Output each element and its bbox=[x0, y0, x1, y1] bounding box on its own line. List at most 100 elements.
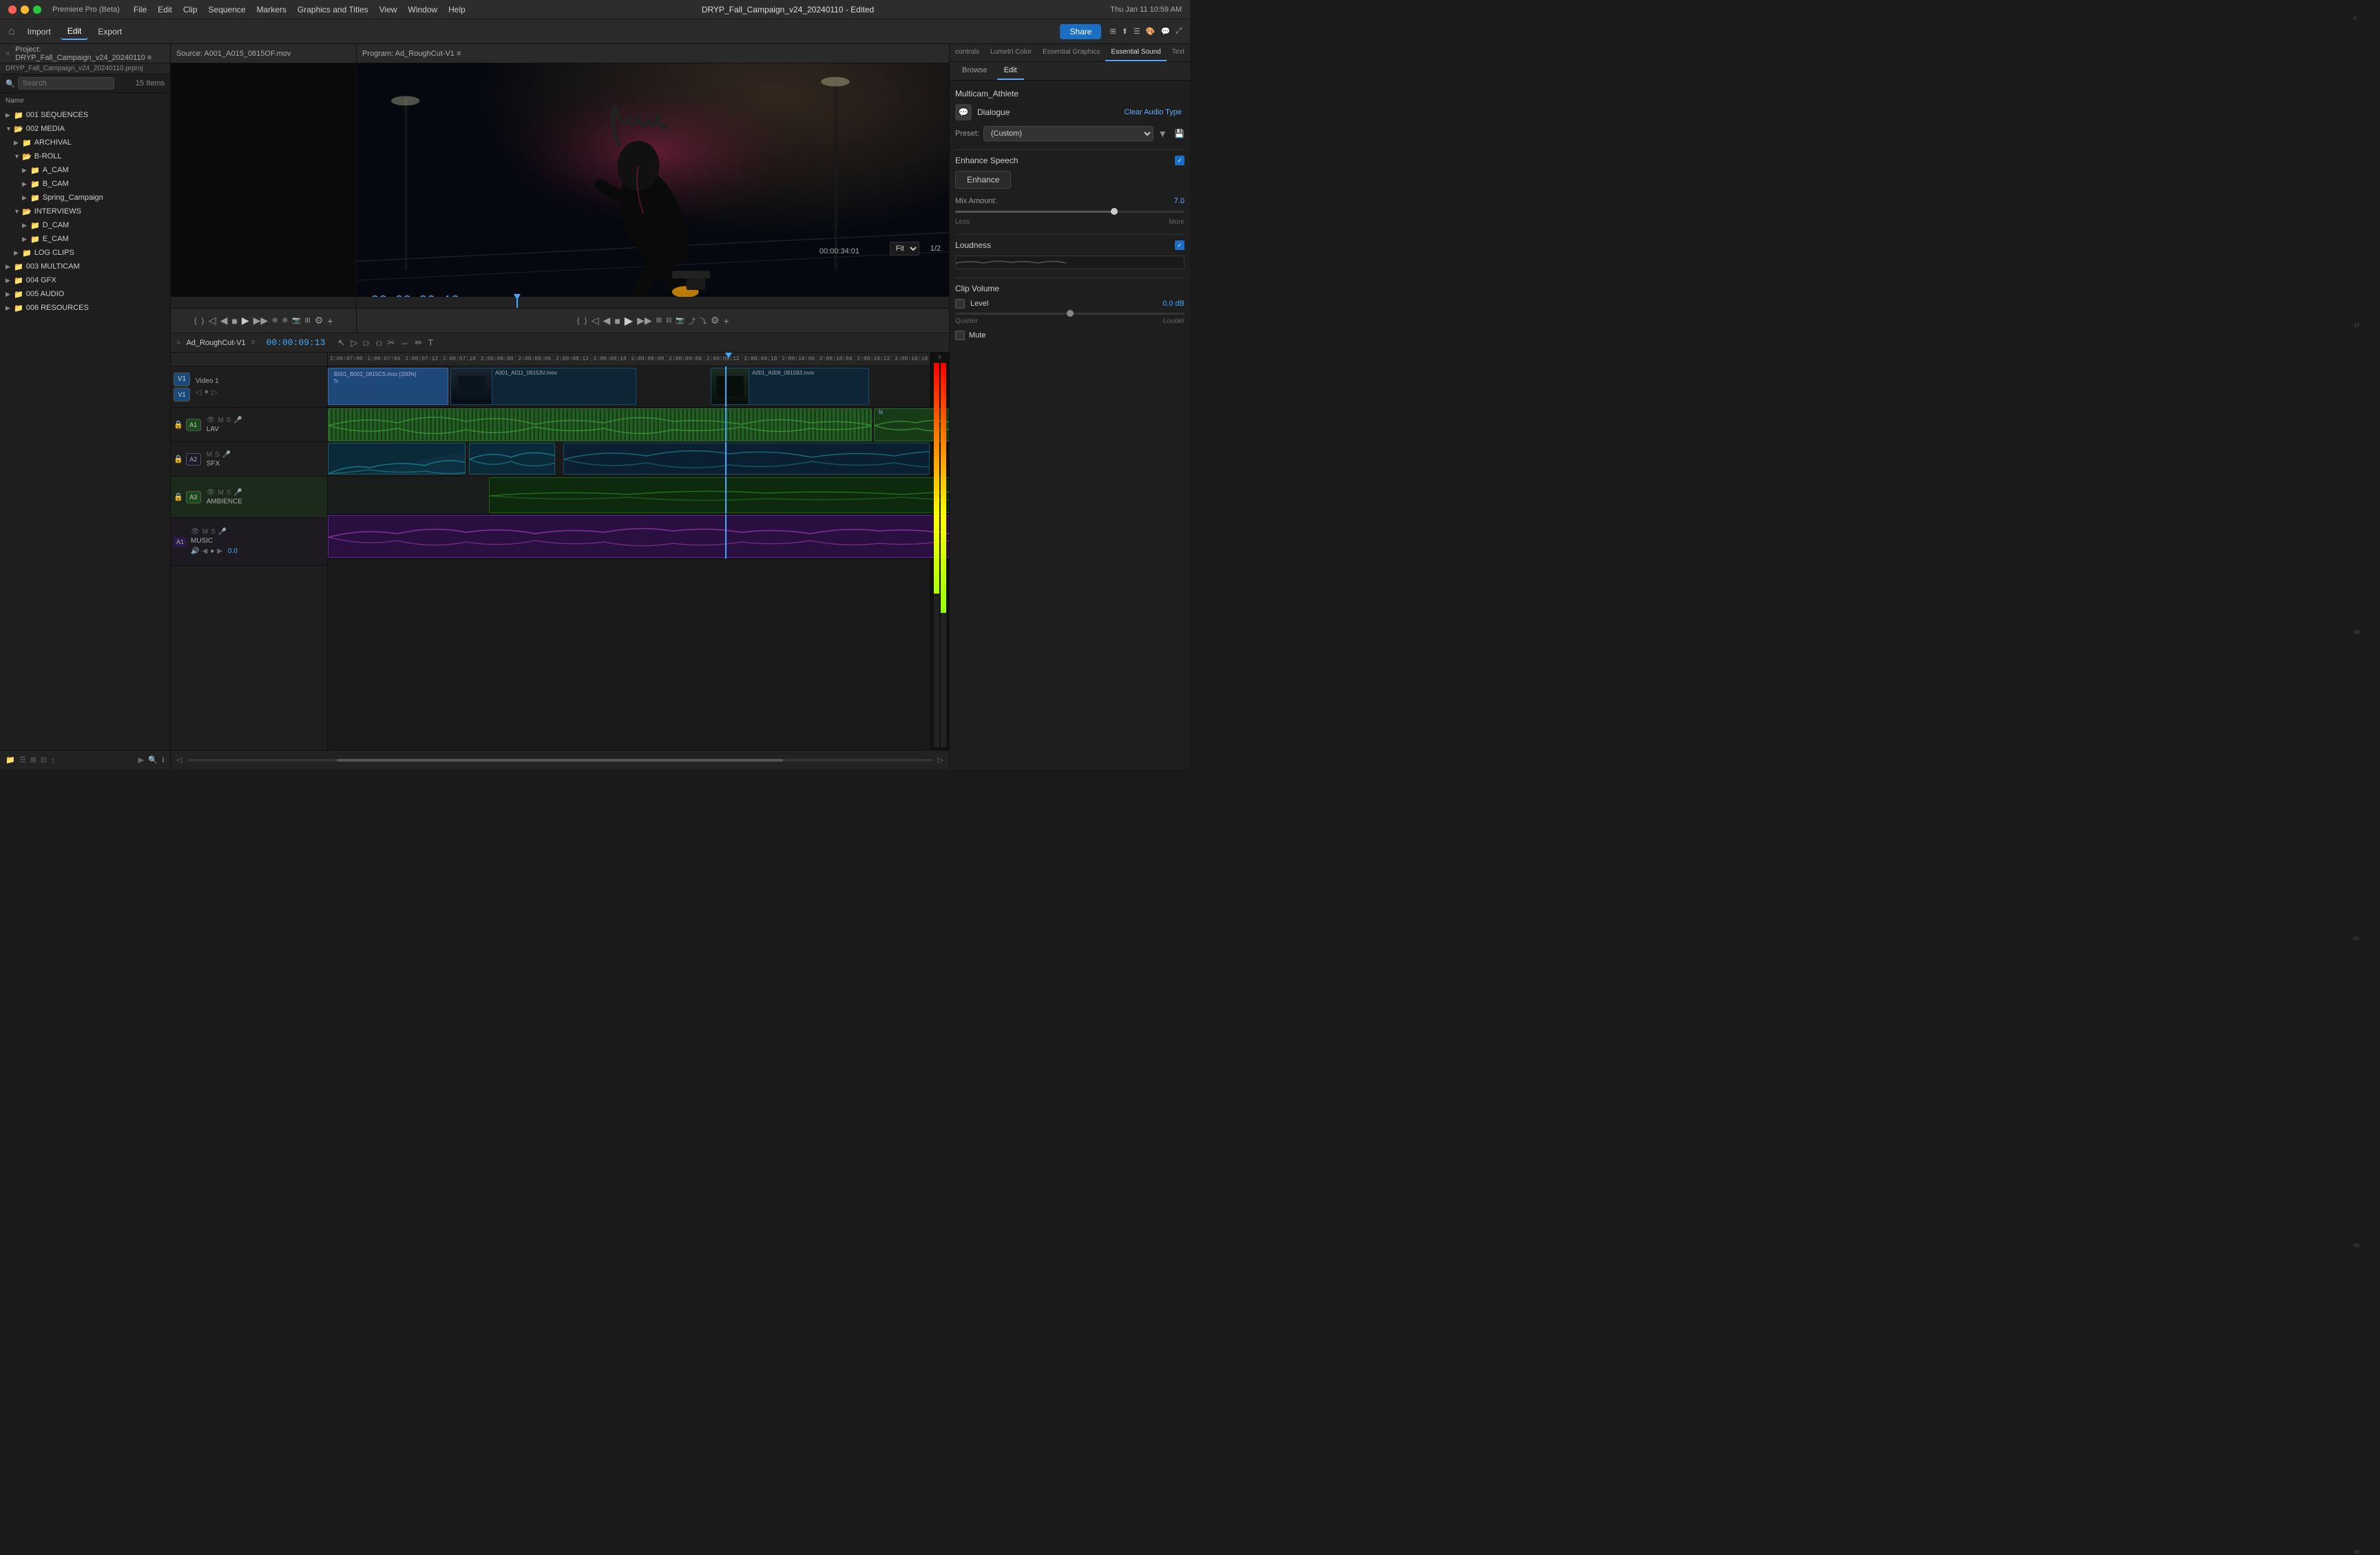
captions-icon[interactable]: 💬 bbox=[1160, 27, 1170, 36]
step-fwd-icon[interactable]: ▶▶ bbox=[253, 315, 269, 326]
automate-icon[interactable]: ▶ bbox=[138, 755, 144, 764]
v1-alt[interactable]: V1 bbox=[174, 388, 190, 401]
mark-in-icon[interactable]: ⟨ bbox=[194, 316, 197, 326]
slip-tool[interactable]: ⇔ bbox=[399, 336, 410, 350]
rolling-edit-tool[interactable]: ⟤ bbox=[374, 336, 384, 350]
tab-controls[interactable]: controls bbox=[950, 44, 985, 61]
tab-lumetri-color[interactable]: Lumetri Color bbox=[985, 44, 1037, 61]
a1-mic-icon[interactable]: 🎤 bbox=[233, 417, 242, 424]
level-thumb[interactable] bbox=[1067, 310, 1074, 317]
import-button[interactable]: Import bbox=[21, 24, 58, 39]
tree-item-004-gfx[interactable]: ▶ 📁 004 GFX bbox=[0, 273, 170, 287]
track-content-a4[interactable] bbox=[328, 514, 930, 559]
settings-icon[interactable]: ⚙ bbox=[711, 315, 720, 326]
tree-item-006-resources[interactable]: ▶ 📁 006 RESOURCES bbox=[0, 301, 170, 315]
fullscreen-icon[interactable]: ⤢ bbox=[1176, 27, 1182, 36]
panel-expand-icon[interactable]: » bbox=[6, 50, 10, 58]
menu-window[interactable]: Window bbox=[408, 5, 437, 14]
menu-sequence[interactable]: Sequence bbox=[209, 5, 246, 14]
tree-item-interviews[interactable]: ▼ 📂 INTERVIEWS bbox=[0, 205, 170, 218]
v1-fwd-icon[interactable]: ▷ bbox=[211, 388, 217, 397]
tree-item-e-cam[interactable]: ▶ 📁 E_CAM bbox=[0, 232, 170, 246]
track-content-a2[interactable] bbox=[328, 442, 930, 477]
share-button[interactable]: Share bbox=[1060, 24, 1101, 39]
panels-icon[interactable]: ☰ bbox=[1134, 27, 1140, 36]
tab-essential-sound[interactable]: Essential Sound bbox=[1105, 44, 1166, 61]
fit-selector[interactable]: Fit bbox=[890, 242, 919, 255]
ripple-edit-tool[interactable]: ⟥ bbox=[362, 336, 371, 350]
close-timeline-icon[interactable]: × bbox=[176, 339, 180, 347]
mark-in-icon[interactable]: ⟨ bbox=[576, 316, 580, 326]
preset-chevron-icon[interactable]: ▼ bbox=[1158, 128, 1167, 139]
a1-m-btn[interactable]: M bbox=[218, 417, 223, 424]
track-content-a3[interactable] bbox=[328, 477, 930, 514]
a3-eye-icon[interactable]: 👁 bbox=[207, 489, 216, 497]
list-view-icon[interactable]: ☰ bbox=[19, 755, 26, 764]
a4-s-btn[interactable]: S bbox=[211, 528, 216, 536]
tab-text[interactable]: Text bbox=[1167, 44, 1190, 61]
export-icon[interactable]: ⬆ bbox=[1122, 27, 1128, 36]
v1-back-icon[interactable]: ◁ bbox=[196, 388, 201, 397]
ambience-clip-1[interactable] bbox=[489, 477, 949, 513]
edit-tab[interactable]: Edit bbox=[997, 62, 1024, 80]
export-button[interactable]: Export bbox=[91, 24, 129, 39]
scrollbar-thumb[interactable] bbox=[337, 759, 784, 762]
play-range-end-icon[interactable]: ▷ bbox=[938, 755, 943, 764]
timeline-scrollbar[interactable] bbox=[187, 759, 932, 762]
step-back-icon[interactable]: ◀ bbox=[603, 315, 611, 326]
camera-icon[interactable]: 📷 bbox=[292, 317, 300, 324]
step-fwd-icon[interactable]: ▶▶ bbox=[637, 315, 652, 326]
mark-out-icon[interactable]: ⟩ bbox=[584, 316, 587, 326]
new-bin-icon[interactable]: 📁 bbox=[6, 755, 15, 764]
source-monitor-body[interactable] bbox=[171, 63, 356, 297]
step-back-icon[interactable]: ◀ bbox=[220, 315, 228, 326]
freeform-view-icon[interactable]: ⊟ bbox=[41, 755, 47, 764]
menu-clip[interactable]: Clip bbox=[183, 5, 198, 14]
stop-icon[interactable]: ■ bbox=[614, 315, 620, 326]
pan-right-icon[interactable]: ▶ bbox=[217, 547, 222, 555]
a2-m-btn[interactable]: M bbox=[207, 451, 212, 459]
selection-tool[interactable]: ↖ bbox=[336, 336, 346, 350]
a2-s-btn[interactable]: S bbox=[215, 451, 220, 459]
video-clip-3[interactable]: A001_A006_081593.mov bbox=[711, 368, 869, 405]
lock-icon-a3[interactable]: 🔒 bbox=[174, 492, 183, 501]
fullscreen-button[interactable] bbox=[33, 6, 41, 14]
a1-s-btn[interactable]: S bbox=[227, 417, 231, 424]
mute-checkbox[interactable] bbox=[955, 331, 965, 340]
mark-out-icon[interactable]: ⟩ bbox=[201, 316, 205, 326]
sequence-menu-icon[interactable]: ≡ bbox=[251, 339, 255, 346]
timeline-timecode[interactable]: 00:00:09:13 bbox=[267, 337, 326, 348]
lav-clip-1[interactable] bbox=[328, 408, 872, 441]
tree-item-002-media[interactable]: ▼ 📂 002 MEDIA bbox=[0, 122, 170, 136]
razor-tool[interactable]: ✂ bbox=[386, 336, 397, 350]
add-btn[interactable]: + bbox=[723, 315, 729, 326]
volume-icon[interactable]: 🔊 bbox=[191, 547, 199, 555]
tree-item-a-cam[interactable]: ▶ 📁 A_CAM bbox=[0, 163, 170, 177]
settings-icon[interactable]: ⚙ bbox=[315, 315, 324, 326]
menu-markers[interactable]: Markers bbox=[257, 5, 286, 14]
mix-amount-track[interactable] bbox=[955, 211, 1184, 213]
play-in-icon[interactable]: ◁ bbox=[209, 315, 216, 326]
insert-icon[interactable]: ⊕ bbox=[272, 317, 278, 324]
source-scrubbar[interactable] bbox=[171, 297, 356, 308]
browse-tab[interactable]: Browse bbox=[955, 62, 994, 80]
a4-mic-icon[interactable]: 🎤 bbox=[218, 528, 227, 536]
camera-icon[interactable]: 📷 bbox=[676, 317, 684, 324]
lift-icon[interactable]: ⤴ bbox=[689, 315, 696, 326]
pan-left-icon[interactable]: ◀ bbox=[202, 547, 207, 555]
track-content-a1[interactable]: fx bbox=[328, 408, 930, 442]
level-checkbox[interactable] bbox=[955, 299, 965, 309]
a3-s-btn[interactable]: S bbox=[227, 489, 231, 497]
extract-icon[interactable]: ⤵ bbox=[700, 315, 707, 326]
a3-mic-icon[interactable]: 🎤 bbox=[233, 489, 242, 497]
close-button[interactable] bbox=[8, 6, 17, 14]
mix-amount-thumb[interactable] bbox=[1111, 208, 1118, 215]
tree-item-spring-campaign[interactable]: ▶ 📁 Spring_Campaign bbox=[0, 191, 170, 205]
enhance-button[interactable]: Enhance bbox=[955, 171, 1011, 189]
a1-toggle[interactable]: A1 bbox=[186, 419, 201, 431]
a4-eye-icon[interactable]: 👁 bbox=[191, 528, 200, 536]
play-icon[interactable]: ▶ bbox=[242, 315, 249, 326]
export-frame-icon[interactable]: ⊞ bbox=[304, 317, 310, 324]
icon-view-icon[interactable]: ⊞ bbox=[30, 755, 36, 764]
video-clip-2[interactable]: A001_A011_08153V.mov bbox=[450, 368, 636, 405]
